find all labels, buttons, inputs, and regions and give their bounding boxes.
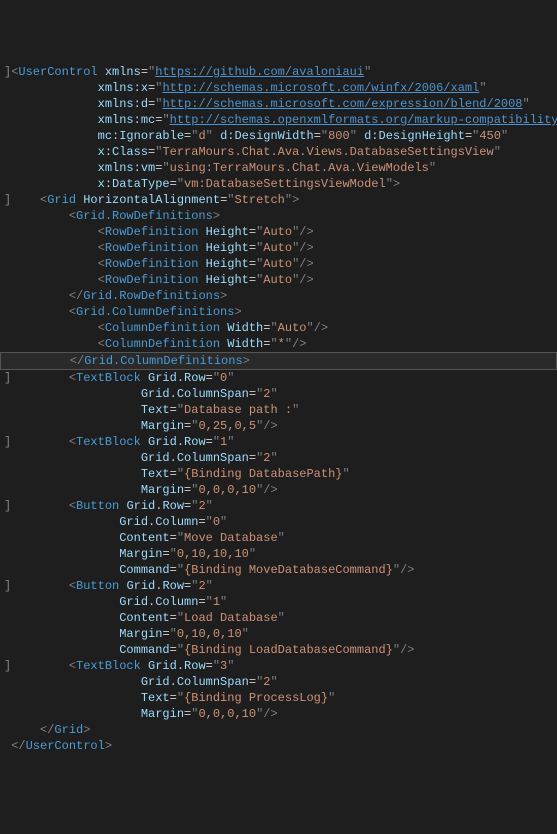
code-line: Command="{Binding MoveDatabaseCommand}"/… <box>4 563 415 577</box>
code-line: <Grid.RowDefinitions> <box>4 209 220 223</box>
code-line: <RowDefinition Height="Auto"/> <box>4 273 314 287</box>
code-line: Margin="0,10,10,10" <box>4 547 256 561</box>
code-line: </Grid.RowDefinitions> <box>4 289 227 303</box>
code-editor[interactable]: ]<UserControl xmlns="https://github.com/… <box>0 64 557 754</box>
code-line: </UserControl> <box>4 739 112 753</box>
code-line: xmlns:vm="using:TerraMours.Chat.Ava.View… <box>4 161 436 175</box>
code-line: <RowDefinition Height="Auto"/> <box>4 241 314 255</box>
code-line: x:DataType="vm:DatabaseSettingsViewModel… <box>4 177 400 191</box>
code-line: ] <Grid HorizontalAlignment="Stretch"> <box>4 193 299 207</box>
code-line: <ColumnDefinition Width="*"/> <box>4 337 306 351</box>
code-line: <RowDefinition Height="Auto"/> <box>4 257 314 271</box>
code-line: <ColumnDefinition Width="Auto"/> <box>4 321 328 335</box>
code-line: Grid.ColumnSpan="2" <box>4 675 278 689</box>
code-line: Margin="0,0,0,10"/> <box>4 483 278 497</box>
highlighted-line: </Grid.ColumnDefinitions> <box>0 352 557 370</box>
code-line: Margin="0,25,0,5"/> <box>4 419 278 433</box>
code-line: ]<UserControl xmlns="https://github.com/… <box>4 65 371 79</box>
code-line: xmlns:d="http://schemas.microsoft.com/ex… <box>4 97 530 111</box>
code-line: ] <TextBlock Grid.Row="3" <box>4 659 234 673</box>
code-line: Content="Load Database" <box>4 611 285 625</box>
code-line: Command="{Binding LoadDatabaseCommand}"/… <box>4 643 415 657</box>
code-line: Text="Database path :" <box>4 403 299 417</box>
code-line: ] <TextBlock Grid.Row="1" <box>4 435 234 449</box>
code-line: Grid.Column="1" <box>4 595 227 609</box>
code-line: Content="Move Database" <box>4 531 285 545</box>
code-line: xmlns:x="http://schemas.microsoft.com/wi… <box>4 81 487 95</box>
code-line: Margin="0,0,0,10"/> <box>4 707 278 721</box>
code-line: </Grid> <box>4 723 90 737</box>
code-line: ] <TextBlock Grid.Row="0" <box>4 371 234 385</box>
code-line: Text="{Binding DatabasePath}" <box>4 467 350 481</box>
code-line: Text="{Binding ProcessLog}" <box>4 691 335 705</box>
code-line: Grid.ColumnSpan="2" <box>4 451 278 465</box>
code-line: ] <Button Grid.Row="2" <box>4 499 213 513</box>
code-line: mc:Ignorable="d" d:DesignWidth="800" d:D… <box>4 129 508 143</box>
code-line: Grid.ColumnSpan="2" <box>4 387 278 401</box>
code-line: x:Class="TerraMours.Chat.Ava.Views.Datab… <box>4 145 501 159</box>
code-line: ] <Button Grid.Row="2" <box>4 579 213 593</box>
code-line: <RowDefinition Height="Auto"/> <box>4 225 314 239</box>
code-line: Margin="0,10,0,10" <box>4 627 249 641</box>
code-line: <Grid.ColumnDefinitions> <box>4 305 242 319</box>
code-line: xmlns:mc="http://schemas.openxmlformats.… <box>4 113 557 127</box>
code-line: Grid.Column="0" <box>4 515 227 529</box>
